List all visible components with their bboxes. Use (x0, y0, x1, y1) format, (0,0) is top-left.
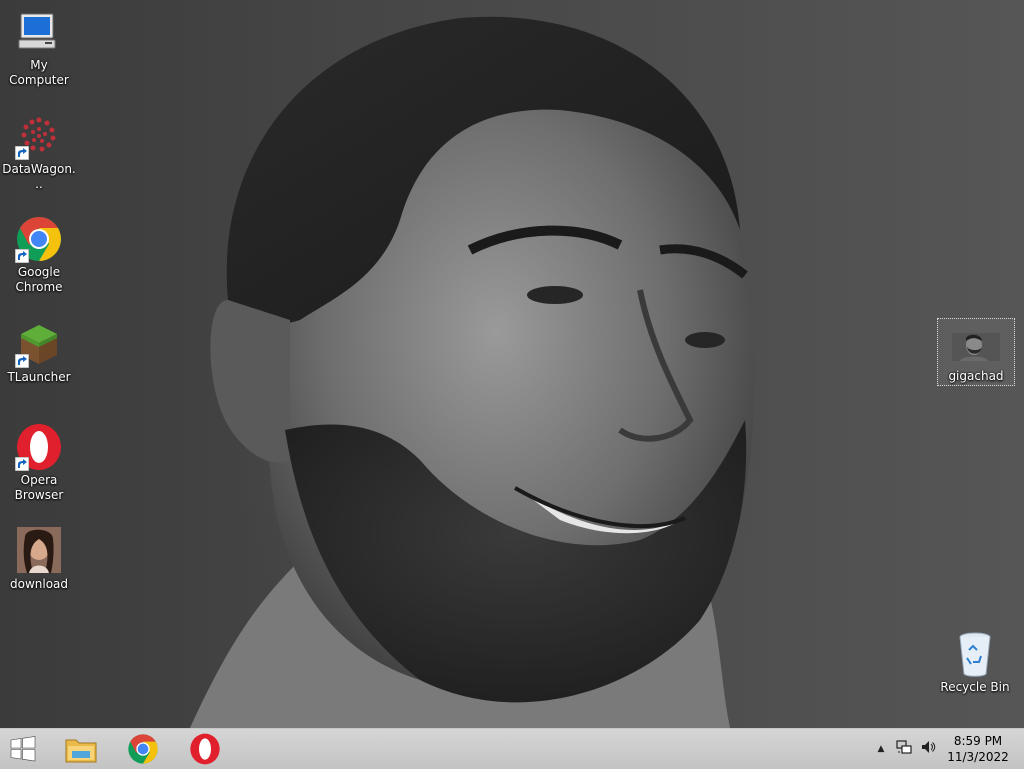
recycle-bin-icon (951, 630, 999, 678)
opera-icon (15, 423, 63, 471)
taskbar-opera-button[interactable] (182, 731, 228, 767)
image-thumbnail-icon (15, 527, 63, 575)
shortcut-arrow-icon (15, 249, 29, 263)
desktop-icon-datawagon[interactable]: DataWagon... (1, 112, 77, 192)
clock-date: 11/3/2022 (947, 750, 1009, 764)
wallpaper-portrait (190, 16, 755, 728)
volume-icon[interactable] (920, 739, 936, 759)
datawagon-icon (15, 112, 63, 160)
icon-label: Recycle Bin (940, 680, 1010, 694)
file-explorer-icon (65, 739, 97, 763)
icon-label: Opera Browser (14, 473, 64, 502)
icon-label: DataWagon... (2, 162, 76, 191)
start-button[interactable] (0, 731, 46, 767)
icon-label: Google Chrome (15, 265, 63, 294)
desktop-icon-gigachad[interactable]: gigachad (937, 318, 1015, 386)
icon-label: download (9, 577, 69, 591)
desktop-icon-google-chrome[interactable]: Google Chrome (1, 215, 77, 295)
taskbar: ▲ 8:59 PM 11/3/2022 (0, 728, 1024, 769)
icon-label: TLauncher (7, 370, 71, 384)
image-thumbnail-icon (952, 319, 1000, 367)
desktop-icon-download[interactable]: download (1, 527, 77, 592)
desktop-icon-my-computer[interactable]: My Computer (1, 8, 77, 88)
desktop-icon-tlauncher[interactable]: TLauncher (1, 320, 77, 385)
taskbar-clock[interactable]: 8:59 PM 11/3/2022 (946, 733, 1010, 765)
desktop-icon-opera-browser[interactable]: Opera Browser (1, 423, 77, 503)
network-icon[interactable] (896, 739, 912, 759)
chrome-icon (128, 734, 158, 764)
desktop[interactable]: My Computer DataWagon... Google Chrome T… (0, 0, 1024, 728)
shortcut-arrow-icon (15, 146, 29, 160)
desktop-icon-recycle-bin[interactable]: Recycle Bin (937, 630, 1013, 695)
system-tray: ▲ (874, 729, 936, 769)
clock-time: 8:59 PM (953, 734, 1003, 748)
shortcut-arrow-icon (15, 354, 29, 368)
icon-label: gigachad (948, 369, 1004, 383)
minecraft-grass-block-icon (15, 320, 63, 368)
taskbar-file-explorer-button[interactable] (58, 731, 104, 767)
show-hidden-icons-button[interactable]: ▲ (874, 744, 888, 754)
chrome-icon (15, 215, 63, 263)
shortcut-arrow-icon (15, 457, 29, 471)
taskbar-chrome-button[interactable] (120, 731, 166, 767)
start-icon (10, 736, 36, 762)
icon-label: My Computer (9, 58, 69, 87)
opera-icon (190, 733, 220, 765)
computer-icon (15, 8, 63, 56)
